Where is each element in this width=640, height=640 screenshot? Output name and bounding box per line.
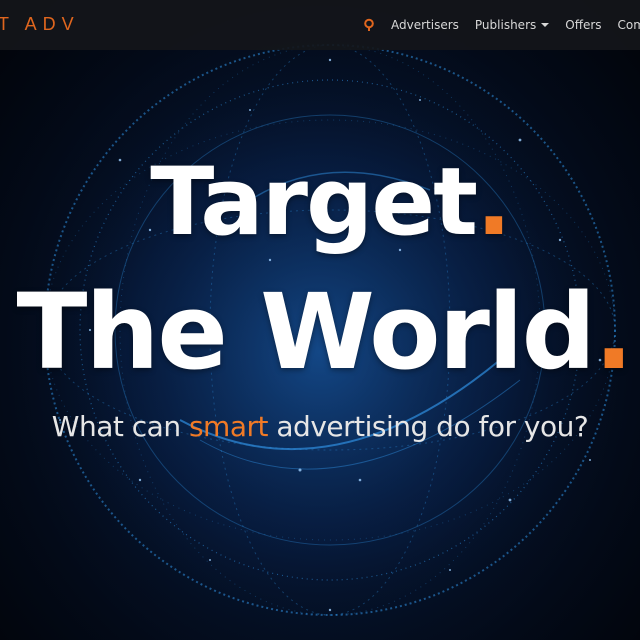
headline-line-1: Target. <box>0 148 640 258</box>
hero-tagline: What can smart advertising do for you? <box>0 410 640 443</box>
headline-dot: . <box>594 271 633 393</box>
nav-item-label: Publishers <box>474 18 537 32</box>
nav-item-label: Compan <box>617 18 640 32</box>
nav-item-publishers[interactable]: Publishers <box>474 18 550 32</box>
tagline-end: advertising do for you? <box>267 410 589 443</box>
headline-dot: . <box>476 148 512 257</box>
chevron-down-icon <box>541 23 550 27</box>
nav-item-label: Advertisers <box>391 18 459 32</box>
nav-item-company[interactable]: Compan <box>618 18 640 32</box>
nav-item-advertisers[interactable]: Advertisers <box>391 18 459 32</box>
hero-section: Target. The World. What can smart advert… <box>0 0 640 640</box>
nav-item-offers[interactable]: Offers <box>565 18 601 32</box>
main-nav: Advertisers Publishers Offers Compan <box>363 0 640 50</box>
top-navbar: T ADV Advertisers Publishers Offers Comp… <box>0 0 640 50</box>
search-icon[interactable] <box>363 18 377 32</box>
landing-page: T ADV Advertisers Publishers Offers Comp… <box>0 0 640 640</box>
tagline-start: What can <box>51 410 189 443</box>
headline-line-2: The World. <box>0 272 640 392</box>
site-logo[interactable]: T ADV <box>0 14 80 35</box>
headline-line-2-text: The World <box>16 271 596 393</box>
headline-line-1-text: Target <box>150 148 478 257</box>
tagline-accent: smart <box>188 410 269 443</box>
nav-item-label: Offers <box>565 18 602 32</box>
